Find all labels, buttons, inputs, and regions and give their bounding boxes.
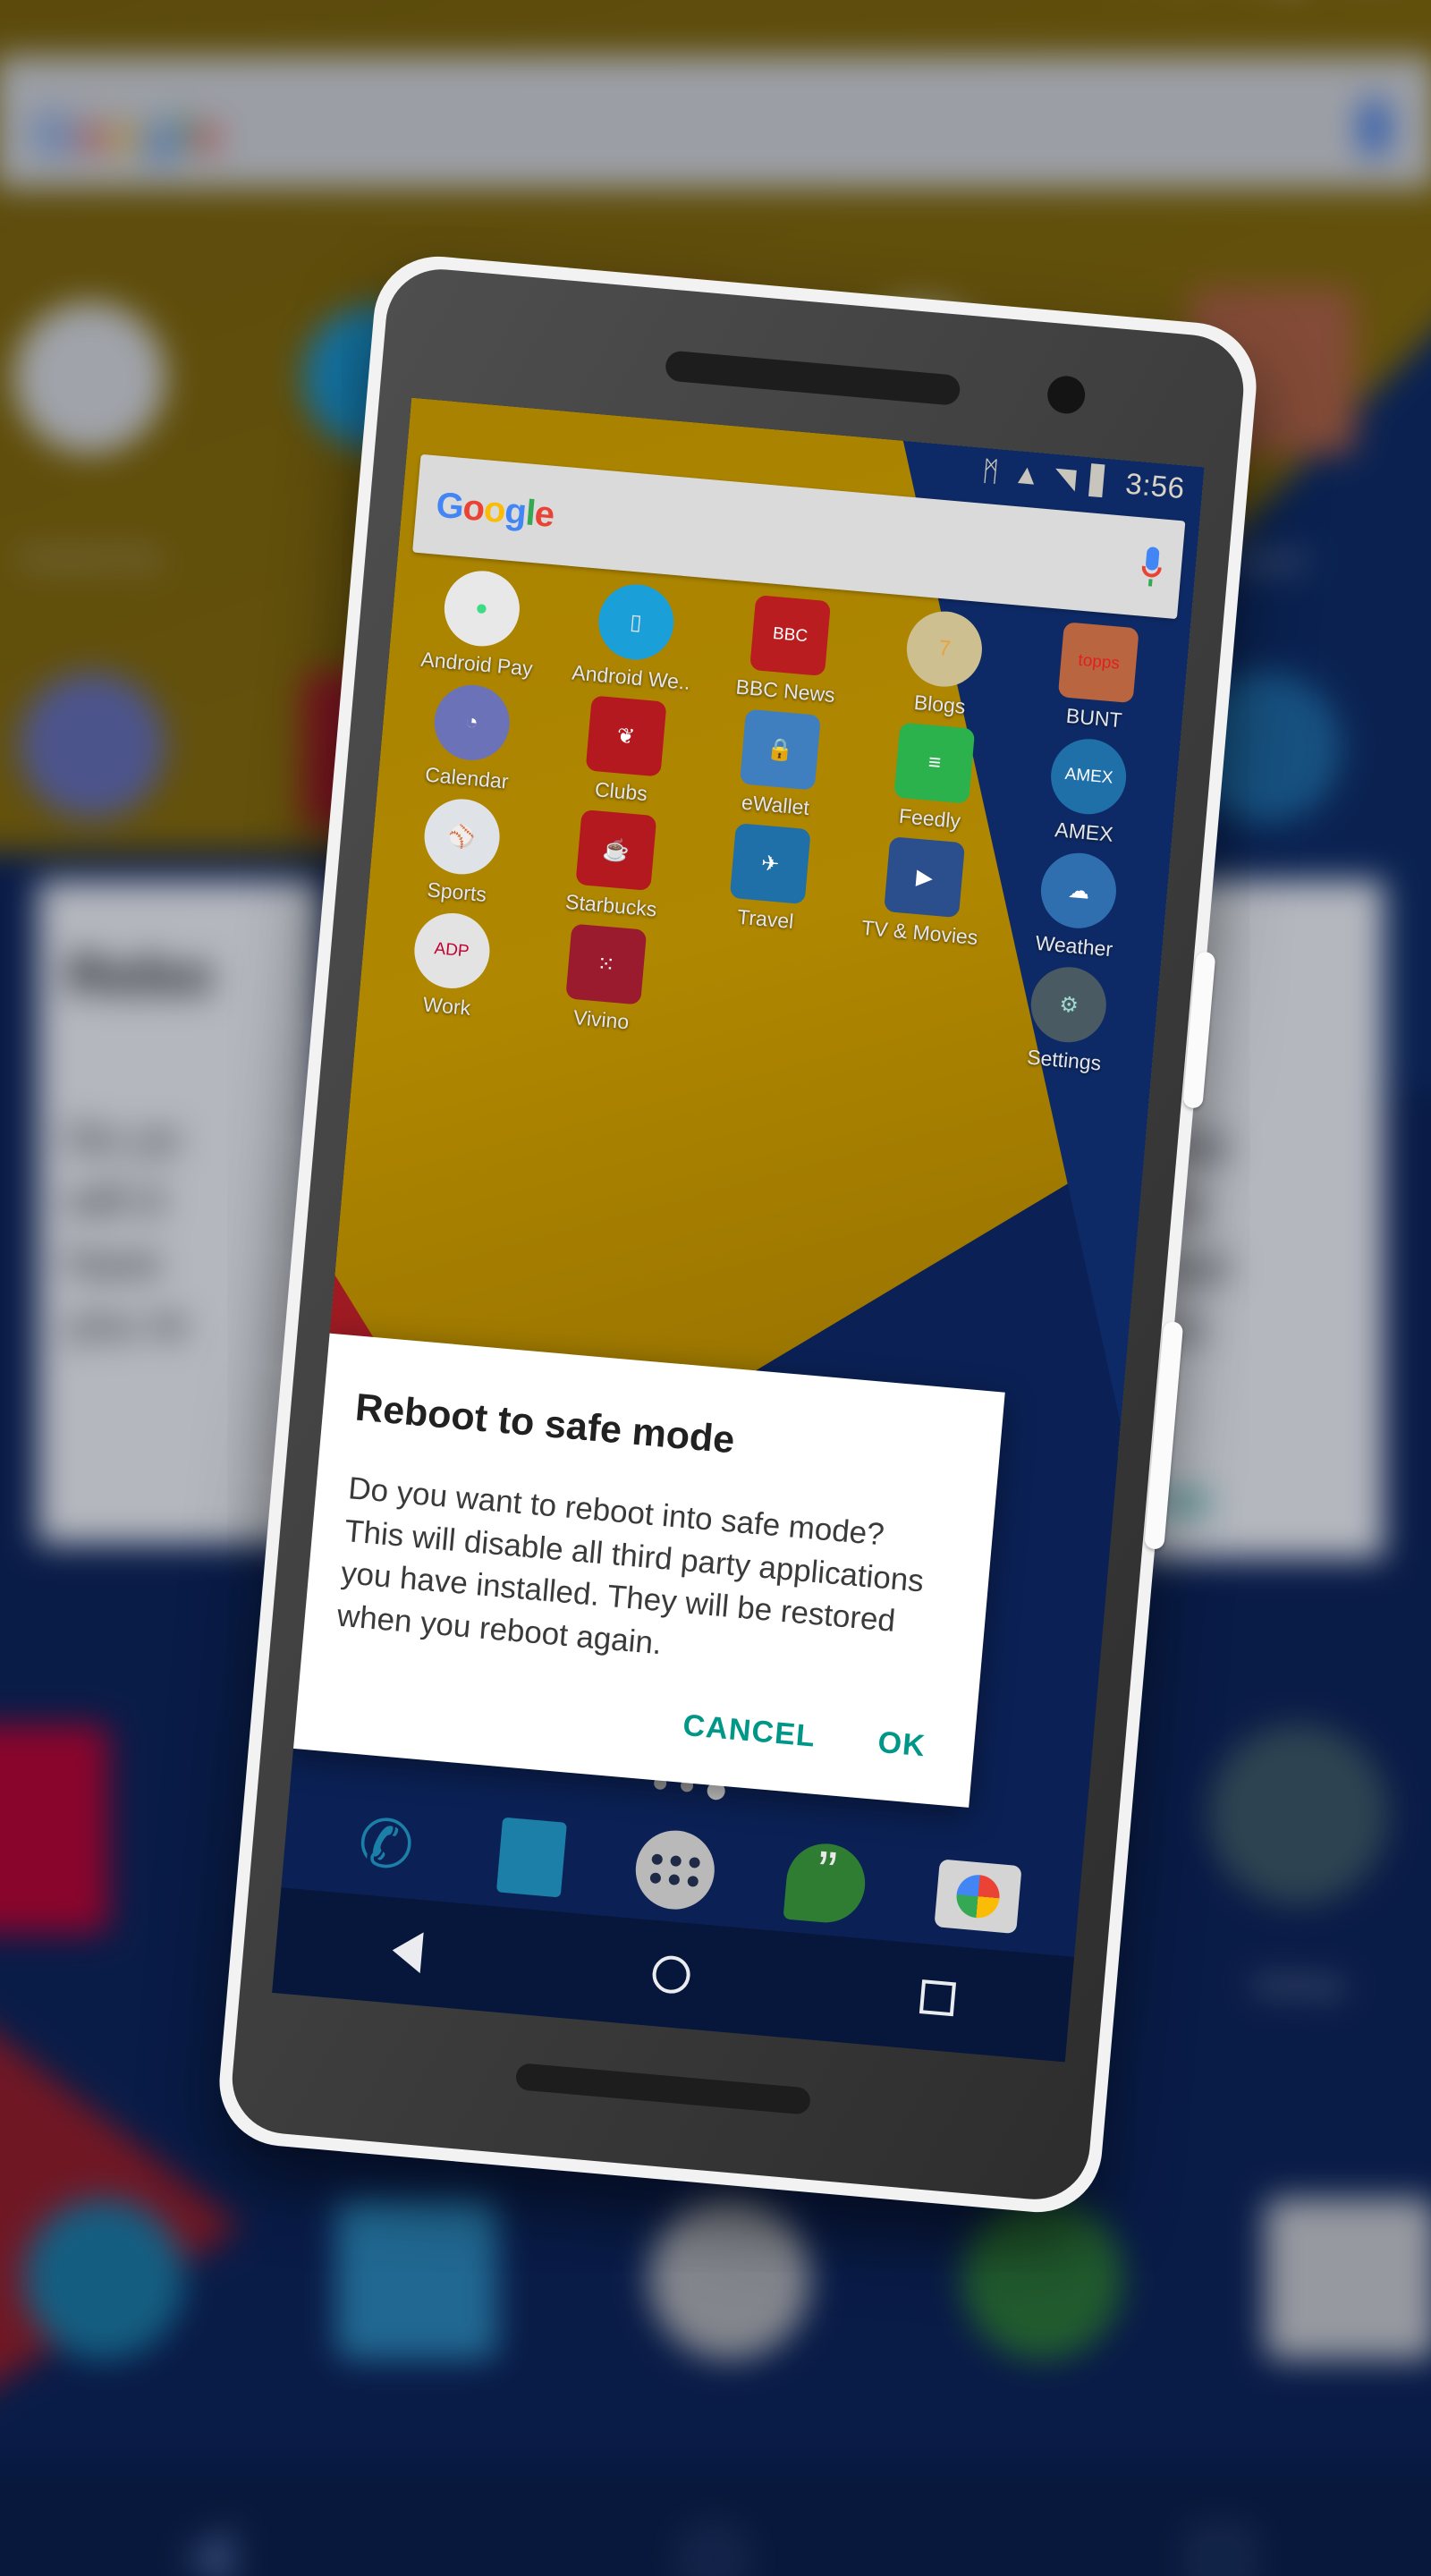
app-cell[interactable]: ☕ Starbucks [533, 806, 697, 925]
app-label: AMEX [1054, 818, 1114, 846]
feedly-icon[interactable]: ≡ [893, 722, 976, 804]
app-cell[interactable]: ❦ Clubs [543, 692, 707, 811]
app-label: BBC News [734, 674, 836, 708]
empty-cell [832, 947, 995, 1066]
app-label: Calendar [424, 762, 510, 793]
hangouts-icon[interactable]: ” [783, 1839, 868, 1926]
status-bar-clock: 3:56 [1124, 466, 1187, 505]
empty-slot [720, 937, 801, 1019]
camera-icon[interactable] [934, 1859, 1022, 1935]
clubs-icon[interactable]: ❦ [585, 695, 667, 777]
app-label: Sports [426, 877, 488, 907]
app-cell[interactable]: ≡ Feedly [851, 719, 1015, 838]
reboot-safe-mode-dialog: Reboot to safe mode Do you want to reboo… [283, 1332, 1005, 1809]
back-button[interactable] [390, 1929, 424, 1974]
empty-slot [874, 951, 955, 1032]
ok-button[interactable]: OK [876, 1725, 927, 1765]
app-label: Clubs [594, 777, 648, 806]
screenshot-root: ᛗ ▲ ◥ ▋ 3:56 Google Android Pay BUNT Set… [0, 0, 1431, 2576]
app-drawer-dots [649, 1852, 701, 1887]
app-label: TV & Movies [860, 915, 979, 950]
app-label: Android We.. [571, 660, 691, 694]
bbc-news-icon[interactable]: BBC [749, 595, 832, 677]
app-label: Work [421, 992, 472, 1020]
app-cell[interactable]: ⚙ Settings [986, 961, 1149, 1080]
app-cell[interactable]: ⁙ Vivino [523, 920, 687, 1039]
tv-movies-icon[interactable]: ▶ [884, 836, 966, 919]
app-label: Android Pay [419, 647, 534, 681]
cancel-button[interactable]: CANCEL [682, 1708, 817, 1755]
app-cell[interactable]: 7 Blogs [861, 605, 1025, 724]
app-cell[interactable]: BBC BBC News [707, 591, 871, 710]
phone-device: ᛗ ▲ ◥ ▋ 3:56 Google ● Android Pay ▯ Android… [214, 250, 1262, 2218]
android-wear-icon[interactable]: ▯ [595, 580, 677, 663]
battery-icon: ▋ [1088, 464, 1113, 498]
microphone-icon[interactable] [1140, 546, 1164, 589]
weather-icon[interactable]: ☁ [1037, 850, 1120, 932]
app-cell[interactable]: ▶ TV & Movies [842, 833, 1005, 952]
app-grid: ● Android Pay ▯ Android We.. BBC BBC News 7 Blo… [357, 564, 1190, 1089]
app-cell[interactable]: ⚾ Sports [378, 792, 542, 911]
wifi-icon: ▲ [1012, 457, 1042, 492]
recents-button[interactable] [919, 1979, 956, 2017]
app-label: Vivino [572, 1005, 631, 1034]
home-button[interactable] [650, 1953, 691, 1996]
dialog-title: Reboot to safe mode [353, 1385, 737, 1462]
travel-icon[interactable]: ✈ [729, 823, 811, 905]
adp-work-icon[interactable]: ADP [411, 910, 493, 992]
phone-icon[interactable]: ✆ [342, 1800, 431, 1889]
app-label: Blogs [912, 690, 967, 718]
app-label: Starbucks [564, 889, 658, 921]
bunt-topps-icon[interactable]: topps [1058, 622, 1140, 704]
vivino-icon[interactable]: ⁙ [565, 923, 648, 1005]
app-cell[interactable]: ADP Work [368, 907, 532, 1026]
bluetooth-icon: ᛗ [980, 454, 1001, 488]
app-label: Weather [1034, 930, 1114, 962]
app-cell[interactable]: ● Android Pay [399, 564, 563, 683]
android-pay-icon[interactable]: ● [440, 567, 522, 649]
messages-icon[interactable] [495, 1817, 567, 1898]
cell-signal-icon: ◥ [1053, 461, 1078, 495]
app-cell[interactable]: 🔒 eWallet [698, 706, 861, 825]
app-label: Settings [1026, 1045, 1103, 1075]
app-cell[interactable]: ▯ Android We.. [553, 578, 716, 697]
dialog-message: Do you want to reboot into safe mode? Th… [335, 1470, 926, 1662]
app-label: Travel [736, 904, 795, 934]
app-label: Feedly [898, 803, 962, 833]
app-cell[interactable]: topps BUNT [1016, 618, 1180, 737]
starbucks-icon[interactable]: ☕ [575, 809, 657, 891]
app-cell[interactable]: ◔ Calendar [388, 678, 552, 797]
sports-icon[interactable]: ⚾ [420, 795, 503, 877]
blogs-icon[interactable]: 7 [903, 608, 986, 691]
settings-gear-icon[interactable]: ⚙ [1028, 963, 1110, 1046]
app-drawer-icon[interactable] [632, 1826, 718, 1913]
phone-screen: ᛗ ▲ ◥ ▋ 3:56 Google ● Android Pay ▯ Android… [272, 397, 1205, 2063]
calendar-icon[interactable]: ◔ [430, 682, 512, 764]
app-cell[interactable]: AMEX AMEX [1006, 733, 1170, 852]
camera-lens [954, 1873, 1002, 1920]
app-label: BUNT [1064, 703, 1123, 733]
google-logo: Google [434, 485, 556, 535]
app-cell[interactable]: ✈ Travel [687, 819, 851, 938]
app-label: eWallet [741, 790, 810, 820]
amex-icon[interactable]: AMEX [1048, 735, 1130, 818]
ewallet-lock-icon[interactable]: 🔒 [739, 708, 821, 791]
app-cell[interactable]: ☁ Weather [995, 846, 1159, 965]
empty-cell [677, 934, 841, 1053]
